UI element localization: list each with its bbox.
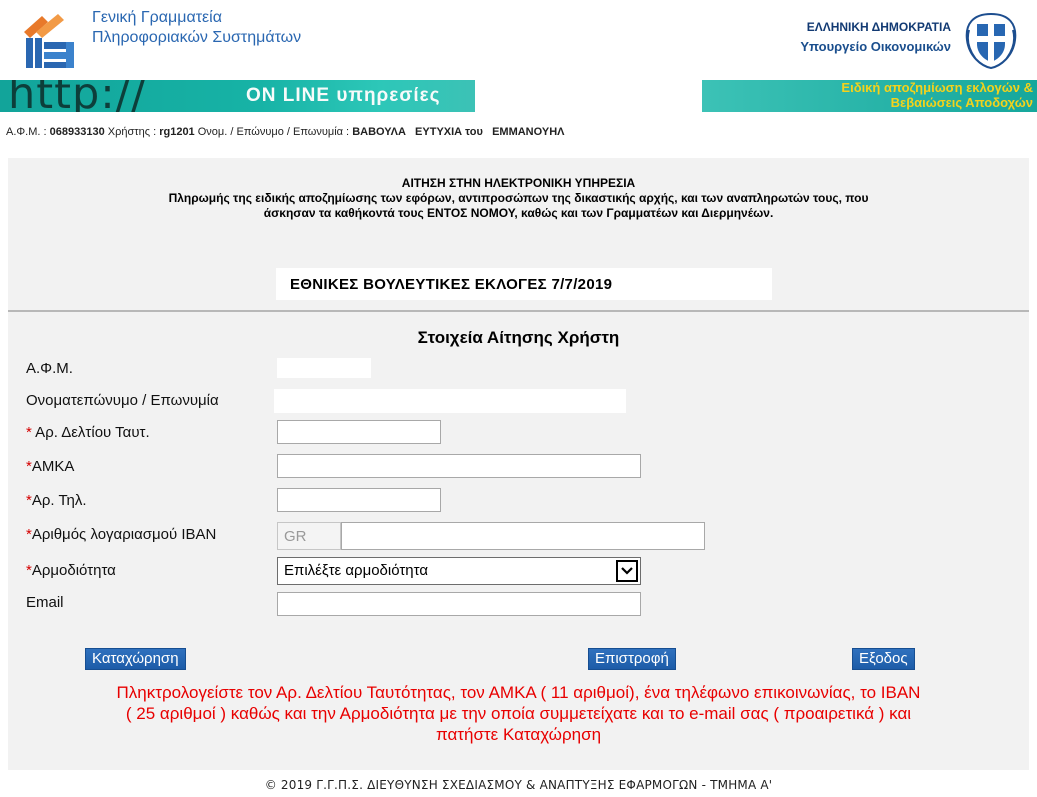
application-header: ΑΙΤΗΣΗ ΣΤΗΝ ΗΛΕΚΤΡΟΝΙΚΗ ΥΠΗΡΕΣΙΑ Πληρωμή…	[8, 176, 1029, 221]
id-field-label-text: Αρ. Δελτίου Ταυτ.	[31, 424, 150, 441]
election-title: ΕΘΝΙΚΕΣ ΒΟΥΛΕΥΤΙΚΕΣ ΕΚΛΟΓΕΣ 7/7/2019	[290, 276, 613, 293]
name-value: ΒΑΒΟΥΛΑ ΕΥΤΥΧΙΑ του ΕΜΜΑΝΟΥΗΛ	[352, 126, 565, 138]
iban-field-label: *Αριθμός λογαριασμού IBAN	[26, 526, 216, 543]
afm-label: Α.Φ.Μ. :	[6, 126, 47, 138]
banner-right-line2: Βεβαιώσεις Αποδοχών	[890, 95, 1033, 110]
page-footer: © 2019 Γ.Γ.Π.Σ. ΔΙΕΥΘΥΝΣΗ ΣΧΕΔΙΑΣΜΟΥ & Α…	[264, 778, 773, 792]
authority-field-label-text: Αρμοδιότητα	[31, 562, 116, 579]
instructions-line2: ( 25 αριθμοί ) καθώς και την Αρμοδιότητα…	[125, 704, 912, 723]
hellenic-republic-title: ΕΛΛΗΝΙΚΗ ΔΗΜΟΚΡΑΤΙΑ Υπουργείο Οικονομικώ…	[800, 18, 951, 56]
fullname-readonly-field	[274, 389, 626, 413]
instructions-line3: πατήστε Καταχώρηση	[435, 725, 602, 744]
online-services-banner: http:// ON LINE υπηρεσίες Ειδική αποζημί…	[0, 80, 1037, 112]
gsis-logo-icon	[24, 14, 74, 68]
amka-field-label-text: ΑΜΚΑ	[31, 458, 75, 475]
submit-button[interactable]: Καταχώρηση	[85, 648, 186, 670]
banner-online-text: ON LINE υπηρεσίες	[246, 85, 441, 106]
email-input[interactable]	[277, 592, 641, 616]
amka-field-label: *ΑΜΚΑ	[26, 458, 74, 475]
authority-field-label: *Αρμοδιότητα	[26, 562, 116, 579]
authority-selected-value: Επιλέξτε αρμοδιότητα	[284, 562, 429, 579]
authority-select[interactable]: Επιλέξτε αρμοδιότητα	[277, 557, 641, 585]
banner-right-text: Ειδική αποζημίωση εκλογών & Βεβαιώσεις Α…	[841, 80, 1033, 110]
id-card-input[interactable]	[277, 420, 441, 444]
gsis-title: Γενική Γραμματεία Πληροφοριακών Συστημάτ…	[92, 8, 301, 48]
greek-emblem-icon	[965, 12, 1017, 70]
iban-prefix-field: GR	[277, 522, 341, 550]
afm-readonly-field	[277, 358, 371, 378]
chevron-down-icon[interactable]	[616, 560, 638, 582]
instructions-text: Πληκτρολογείστε τον Αρ. Δελτίου Ταυτότητ…	[8, 682, 1029, 745]
gsis-title-line2: Πληροφοριακών Συστημάτων	[92, 29, 302, 46]
hellenic-republic-line1: ΕΛΛΗΝΙΚΗ ΔΗΜΟΚΡΑΤΙΑ	[806, 20, 951, 34]
app-header-line3: άσκησαν τα καθήκοντά τους ΕΝΤΟΣ ΝΟΜΟΥ, κ…	[263, 206, 774, 220]
iban-field-label-text: Αριθμός λογαριασμού IBAN	[31, 526, 217, 543]
id-field-label: * Αρ. Δελτίου Ταυτ.	[26, 424, 150, 441]
iban-input[interactable]	[341, 522, 705, 550]
user-value: rg1201	[159, 126, 195, 138]
election-title-box: ΕΘΝΙΚΕΣ ΒΟΥΛΕΥΤΙΚΕΣ ΕΚΛΟΓΕΣ 7/7/2019	[276, 268, 772, 300]
app-header-line1: ΑΙΤΗΣΗ ΣΤΗΝ ΗΛΕΚΤΡΟΝΙΚΗ ΥΠΗΡΕΣΙΑ	[401, 176, 636, 190]
name-label: Ονομ. / Επώνυμο / Επωνυμία :	[197, 126, 350, 138]
amka-input[interactable]	[277, 454, 641, 478]
application-panel: ΑΙΤΗΣΗ ΣΤΗΝ ΗΛΕΚΤΡΟΝΙΚΗ ΥΠΗΡΕΣΙΑ Πληρωμή…	[8, 158, 1029, 770]
ministry-line: Υπουργείο Οικονομικών	[800, 39, 951, 54]
afm-value: 068933130	[49, 126, 105, 138]
user-label: Χρήστης :	[107, 126, 157, 138]
section-divider	[8, 310, 1029, 312]
gsis-title-line1: Γενική Γραμματεία	[92, 9, 222, 26]
form-section-title: Στοιχεία Αίτησης Χρήστη	[417, 328, 620, 347]
afm-field-label: Α.Φ.Μ.	[26, 360, 73, 377]
phone-input[interactable]	[277, 488, 441, 512]
phone-field-label-text: Αρ. Τηλ.	[31, 492, 87, 509]
banner-http-text: http://	[8, 80, 147, 112]
banner-bar: http:// ON LINE υπηρεσίες	[0, 80, 475, 112]
fullname-field-label: Ονοματεπώνυμο / Επωνυμία	[26, 392, 219, 409]
back-button[interactable]: Επιστροφή	[588, 648, 676, 670]
exit-button[interactable]: Εξοδος	[852, 648, 915, 670]
instructions-line1: Πληκτρολογείστε τον Αρ. Δελτίου Ταυτότητ…	[116, 683, 921, 702]
user-info-line: Α.Φ.Μ. : 068933130 Χρήστης : rg1201 Ονομ…	[6, 126, 565, 138]
phone-field-label: *Αρ. Τηλ.	[26, 492, 87, 509]
banner-right-line1: Ειδική αποζημίωση εκλογών &	[841, 80, 1033, 95]
app-header-line2: Πληρωμής της ειδικής αποζημίωσης των εφό…	[168, 191, 869, 205]
email-field-label: Email	[26, 594, 64, 611]
page-header: Γενική Γραμματεία Πληροφοριακών Συστημάτ…	[0, 0, 1037, 80]
banner-right-bar: Ειδική αποζημίωση εκλογών & Βεβαιώσεις Α…	[702, 80, 1037, 112]
